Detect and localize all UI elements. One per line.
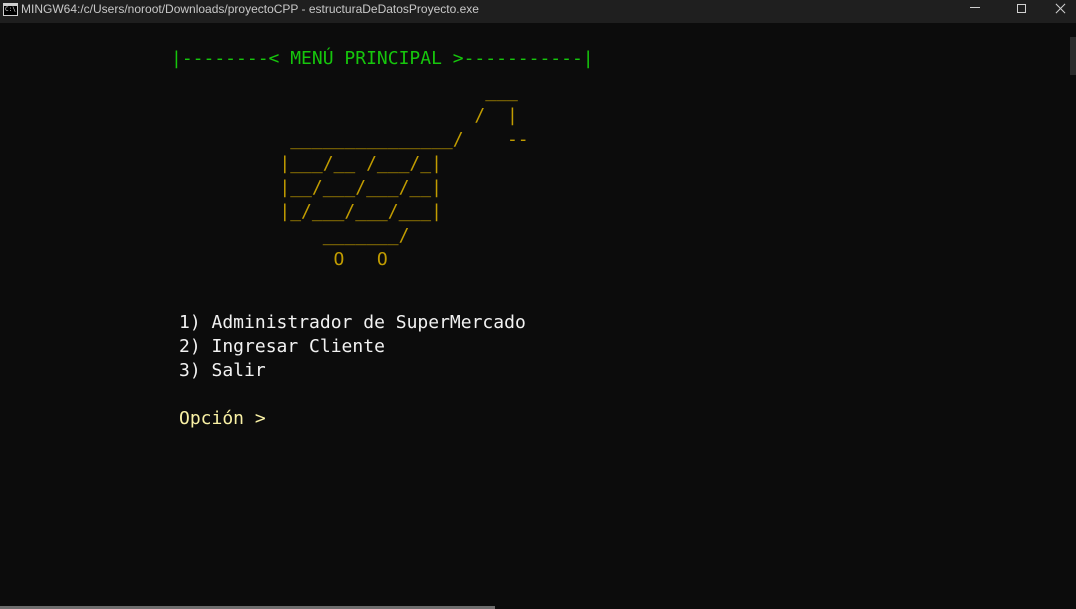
close-icon (1055, 3, 1066, 14)
menu-header: |--------< MENÚ PRINCIPAL >-----------| (171, 48, 594, 69)
minimize-icon (970, 7, 980, 8)
console-output[interactable]: |--------< MENÚ PRINCIPAL >-----------| … (0, 23, 1076, 606)
maximize-icon (1016, 3, 1026, 13)
vertical-scrollbar[interactable] (1068, 23, 1076, 606)
window-title: MINGW64:/c/Users/noroot/Downloads/proyec… (21, 2, 479, 16)
title-bar[interactable]: MINGW64:/c/Users/noroot/Downloads/proyec… (0, 0, 1076, 23)
menu-option-admin: 1) Administrador de SuperMercado (179, 312, 526, 333)
vertical-scroll-thumb[interactable] (1070, 37, 1076, 75)
option-prompt[interactable]: Opción > (179, 407, 266, 431)
console-icon[interactable] (3, 3, 18, 16)
close-button[interactable] (1044, 0, 1076, 16)
menu-option-exit: 3) Salir (179, 360, 266, 381)
shopping-cart-ascii-art: ___ / | _______________/ -- |___/__ /___… (279, 81, 529, 270)
maximize-button[interactable] (998, 0, 1044, 16)
terminal-window: MINGW64:/c/Users/noroot/Downloads/proyec… (0, 0, 1076, 609)
menu-option-client: 2) Ingresar Cliente (179, 336, 385, 357)
minimize-button[interactable] (952, 0, 998, 16)
